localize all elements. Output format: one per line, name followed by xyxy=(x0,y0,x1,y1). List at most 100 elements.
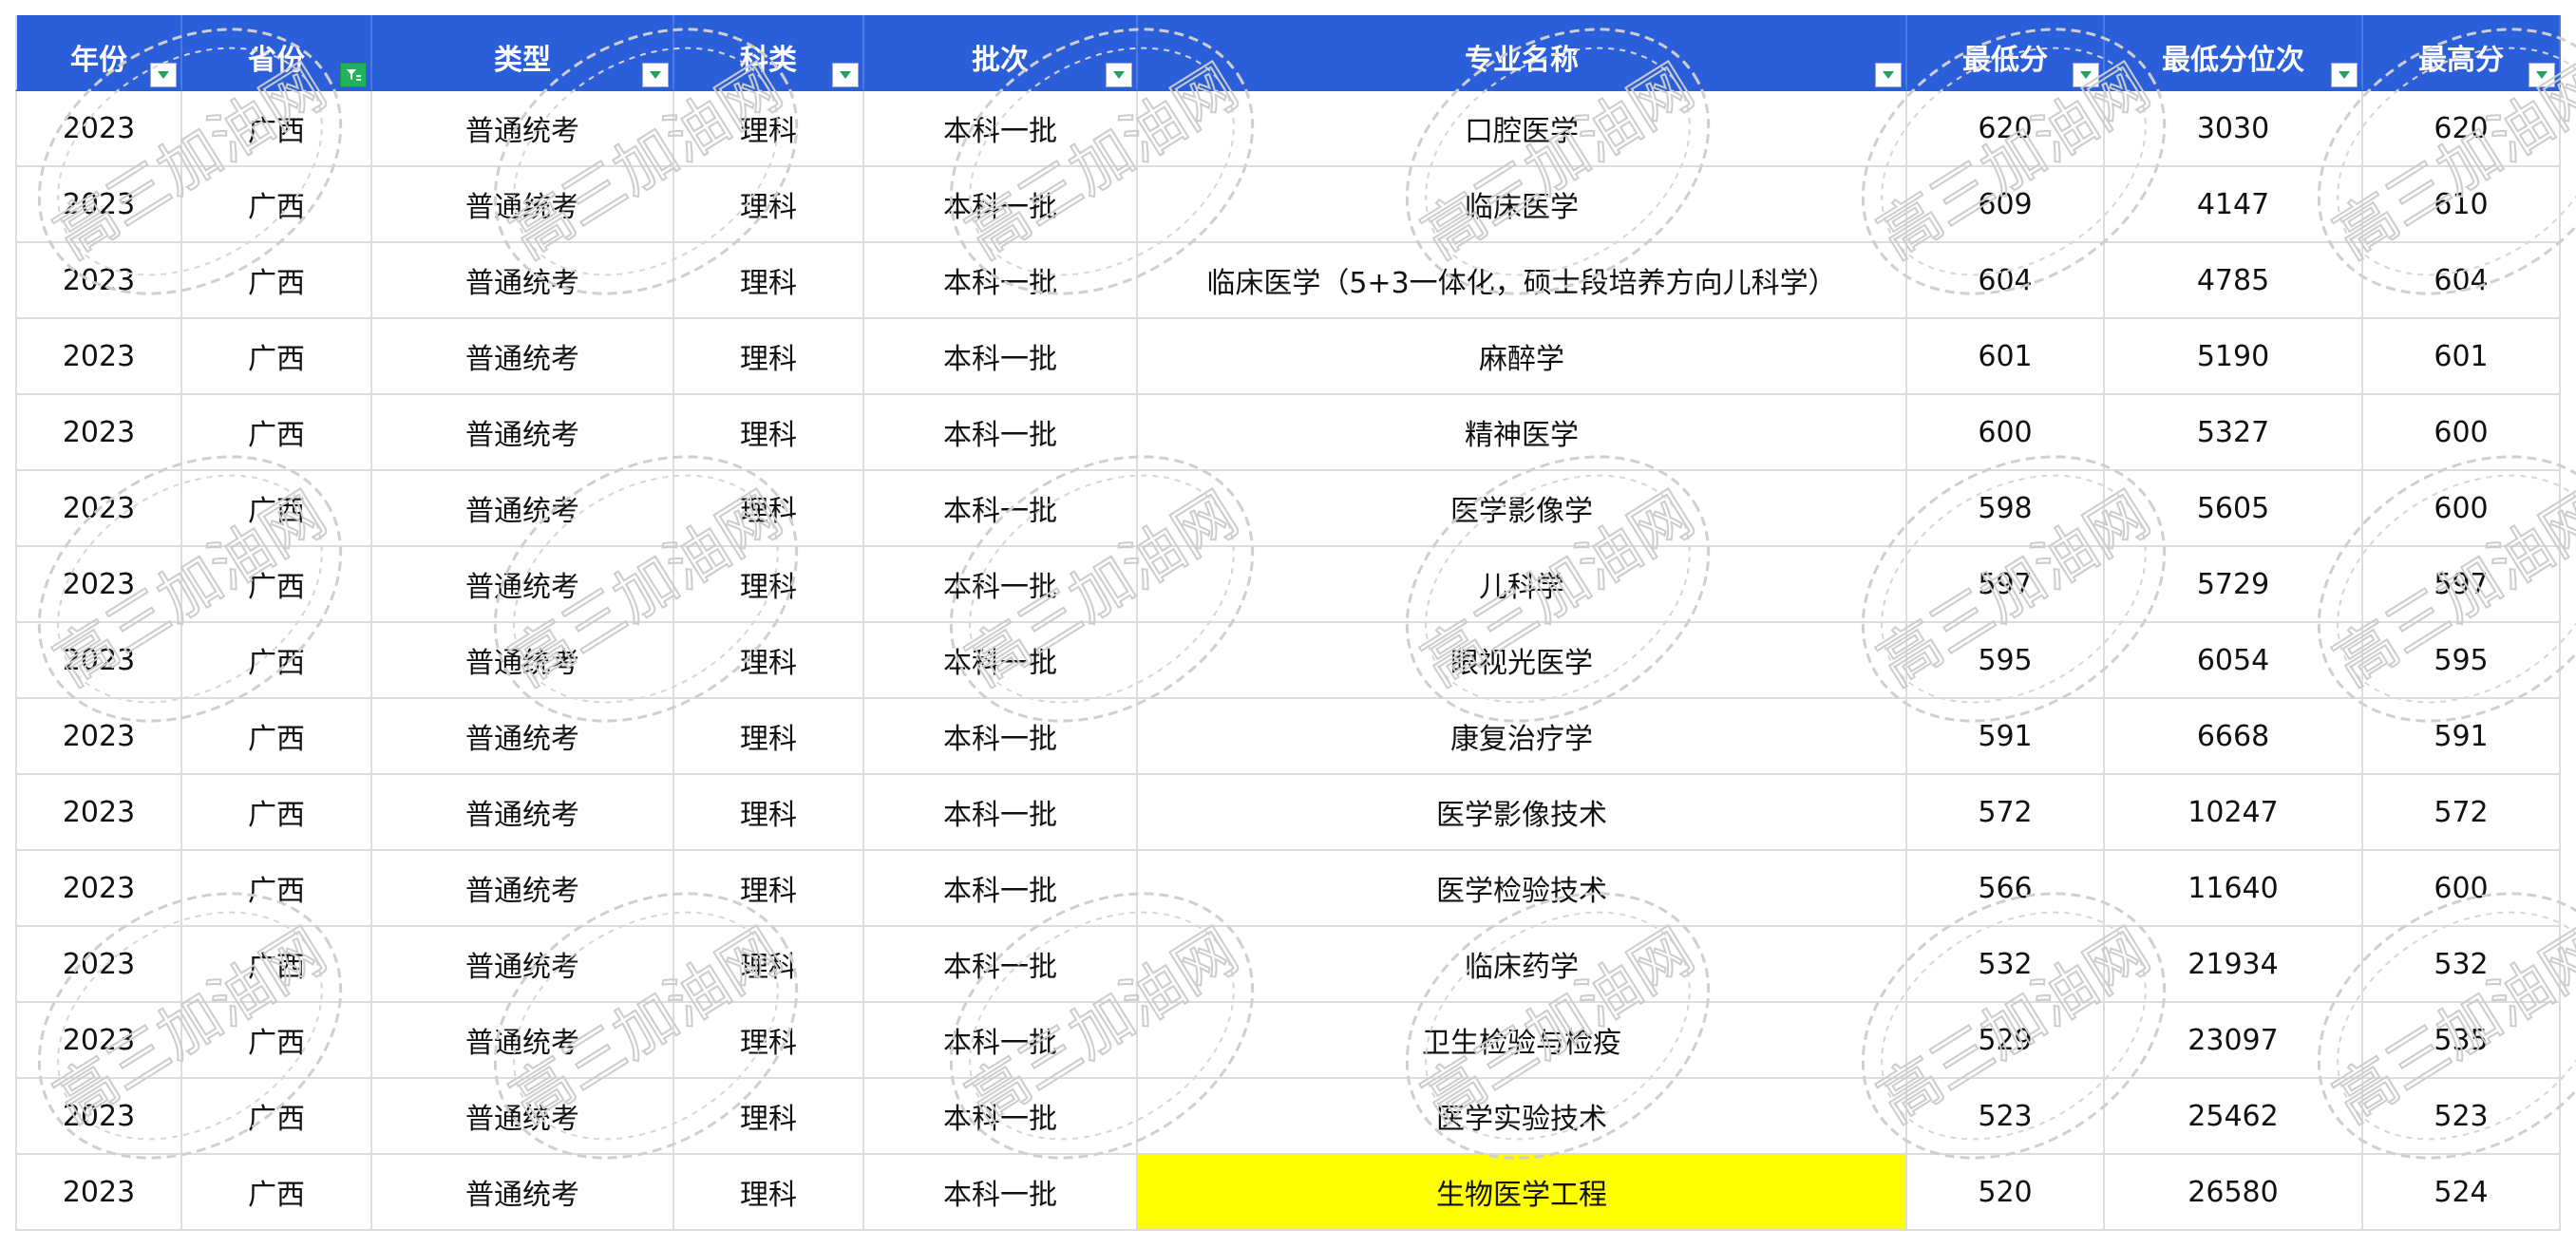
cell-batch[interactable]: 本科一批 xyxy=(864,547,1138,623)
cell-min-score[interactable]: 600 xyxy=(1907,395,2105,471)
cell-min-score[interactable]: 520 xyxy=(1907,1155,2105,1231)
cell-year[interactable]: 2023 xyxy=(15,547,182,623)
cell-province[interactable]: 广西 xyxy=(182,547,372,623)
cell-type[interactable]: 普通统考 xyxy=(372,775,674,851)
filter-dropdown-icon[interactable] xyxy=(832,63,859,87)
cell-batch[interactable]: 本科一批 xyxy=(864,699,1138,775)
column-header-type[interactable]: 类型 xyxy=(372,15,674,91)
cell-subject[interactable]: 理科 xyxy=(674,623,864,699)
cell-subject[interactable]: 理科 xyxy=(674,243,864,319)
cell-subject[interactable]: 理科 xyxy=(674,167,864,243)
cell-batch[interactable]: 本科一批 xyxy=(864,1079,1138,1155)
cell-major[interactable]: 医学影像技术 xyxy=(1138,775,1907,851)
cell-batch[interactable]: 本科一批 xyxy=(864,395,1138,471)
cell-subject[interactable]: 理科 xyxy=(674,319,864,395)
cell-major[interactable]: 口腔医学 xyxy=(1138,91,1907,167)
cell-subject[interactable]: 理科 xyxy=(674,775,864,851)
cell-type[interactable]: 普通统考 xyxy=(372,547,674,623)
filter-dropdown-icon[interactable] xyxy=(642,63,669,87)
cell-min-score[interactable]: 597 xyxy=(1907,547,2105,623)
cell-year[interactable]: 2023 xyxy=(15,851,182,927)
cell-subject[interactable]: 理科 xyxy=(674,1155,864,1231)
cell-max-score[interactable]: 535 xyxy=(2363,1003,2561,1079)
cell-year[interactable]: 2023 xyxy=(15,699,182,775)
cell-province[interactable]: 广西 xyxy=(182,699,372,775)
cell-min-score[interactable]: 532 xyxy=(1907,927,2105,1003)
cell-type[interactable]: 普通统考 xyxy=(372,1155,674,1231)
cell-major[interactable]: 医学影像学 xyxy=(1138,471,1907,547)
cell-subject[interactable]: 理科 xyxy=(674,851,864,927)
cell-type[interactable]: 普通统考 xyxy=(372,471,674,547)
cell-major[interactable]: 临床医学（5+3一体化，硕士段培养方向儿科学） xyxy=(1138,243,1907,319)
cell-type[interactable]: 普通统考 xyxy=(372,91,674,167)
column-header-subject[interactable]: 科类 xyxy=(674,15,864,91)
cell-min-rank[interactable]: 5327 xyxy=(2105,395,2363,471)
cell-type[interactable]: 普通统考 xyxy=(372,395,674,471)
cell-major[interactable]: 临床药学 xyxy=(1138,927,1907,1003)
cell-subject[interactable]: 理科 xyxy=(674,91,864,167)
cell-major[interactable]: 康复治疗学 xyxy=(1138,699,1907,775)
cell-type[interactable]: 普通统考 xyxy=(372,623,674,699)
cell-major[interactable]: 临床医学 xyxy=(1138,167,1907,243)
cell-min-score[interactable]: 566 xyxy=(1907,851,2105,927)
cell-max-score[interactable]: 620 xyxy=(2363,91,2561,167)
cell-min-rank[interactable]: 5605 xyxy=(2105,471,2363,547)
cell-max-score[interactable]: 591 xyxy=(2363,699,2561,775)
cell-min-rank[interactable]: 11640 xyxy=(2105,851,2363,927)
cell-year[interactable]: 2023 xyxy=(15,1155,182,1231)
cell-major[interactable]: 生物医学工程 xyxy=(1138,1155,1907,1231)
column-header-major[interactable]: 专业名称 xyxy=(1138,15,1907,91)
cell-year[interactable]: 2023 xyxy=(15,927,182,1003)
cell-max-score[interactable]: 601 xyxy=(2363,319,2561,395)
cell-year[interactable]: 2023 xyxy=(15,395,182,471)
cell-type[interactable]: 普通统考 xyxy=(372,167,674,243)
cell-subject[interactable]: 理科 xyxy=(674,927,864,1003)
column-header-min-score[interactable]: 最低分 xyxy=(1907,15,2105,91)
cell-year[interactable]: 2023 xyxy=(15,1079,182,1155)
cell-province[interactable]: 广西 xyxy=(182,1079,372,1155)
cell-province[interactable]: 广西 xyxy=(182,243,372,319)
cell-batch[interactable]: 本科一批 xyxy=(864,471,1138,547)
cell-min-rank[interactable]: 26580 xyxy=(2105,1155,2363,1231)
cell-subject[interactable]: 理科 xyxy=(674,699,864,775)
cell-year[interactable]: 2023 xyxy=(15,471,182,547)
column-header-year[interactable]: 年份 xyxy=(15,15,182,91)
cell-type[interactable]: 普通统考 xyxy=(372,851,674,927)
cell-major[interactable]: 精神医学 xyxy=(1138,395,1907,471)
filter-dropdown-icon[interactable] xyxy=(150,63,177,87)
filter-dropdown-icon[interactable] xyxy=(1106,63,1132,87)
cell-min-score[interactable]: 601 xyxy=(1907,319,2105,395)
cell-min-score[interactable]: 529 xyxy=(1907,1003,2105,1079)
cell-major[interactable]: 医学实验技术 xyxy=(1138,1079,1907,1155)
cell-batch[interactable]: 本科一批 xyxy=(864,243,1138,319)
cell-batch[interactable]: 本科一批 xyxy=(864,775,1138,851)
cell-major[interactable]: 卫生检验与检疫 xyxy=(1138,1003,1907,1079)
filter-dropdown-icon[interactable] xyxy=(1875,63,1902,87)
cell-province[interactable]: 广西 xyxy=(182,623,372,699)
cell-type[interactable]: 普通统考 xyxy=(372,927,674,1003)
cell-type[interactable]: 普通统考 xyxy=(372,319,674,395)
cell-year[interactable]: 2023 xyxy=(15,319,182,395)
cell-major[interactable]: 儿科学 xyxy=(1138,547,1907,623)
cell-province[interactable]: 广西 xyxy=(182,927,372,1003)
cell-province[interactable]: 广西 xyxy=(182,1003,372,1079)
cell-min-rank[interactable]: 6668 xyxy=(2105,699,2363,775)
column-header-max-score[interactable]: 最高分 xyxy=(2363,15,2561,91)
cell-min-rank[interactable]: 5190 xyxy=(2105,319,2363,395)
cell-year[interactable]: 2023 xyxy=(15,1003,182,1079)
cell-province[interactable]: 广西 xyxy=(182,167,372,243)
cell-min-rank[interactable]: 4785 xyxy=(2105,243,2363,319)
cell-min-score[interactable]: 572 xyxy=(1907,775,2105,851)
cell-max-score[interactable]: 600 xyxy=(2363,395,2561,471)
cell-min-score[interactable]: 591 xyxy=(1907,699,2105,775)
cell-major[interactable]: 麻醉学 xyxy=(1138,319,1907,395)
cell-max-score[interactable]: 600 xyxy=(2363,471,2561,547)
cell-min-score[interactable]: 609 xyxy=(1907,167,2105,243)
cell-subject[interactable]: 理科 xyxy=(674,1003,864,1079)
cell-year[interactable]: 2023 xyxy=(15,243,182,319)
cell-min-score[interactable]: 595 xyxy=(1907,623,2105,699)
cell-batch[interactable]: 本科一批 xyxy=(864,319,1138,395)
cell-batch[interactable]: 本科一批 xyxy=(864,623,1138,699)
cell-min-rank[interactable]: 25462 xyxy=(2105,1079,2363,1155)
cell-batch[interactable]: 本科一批 xyxy=(864,927,1138,1003)
